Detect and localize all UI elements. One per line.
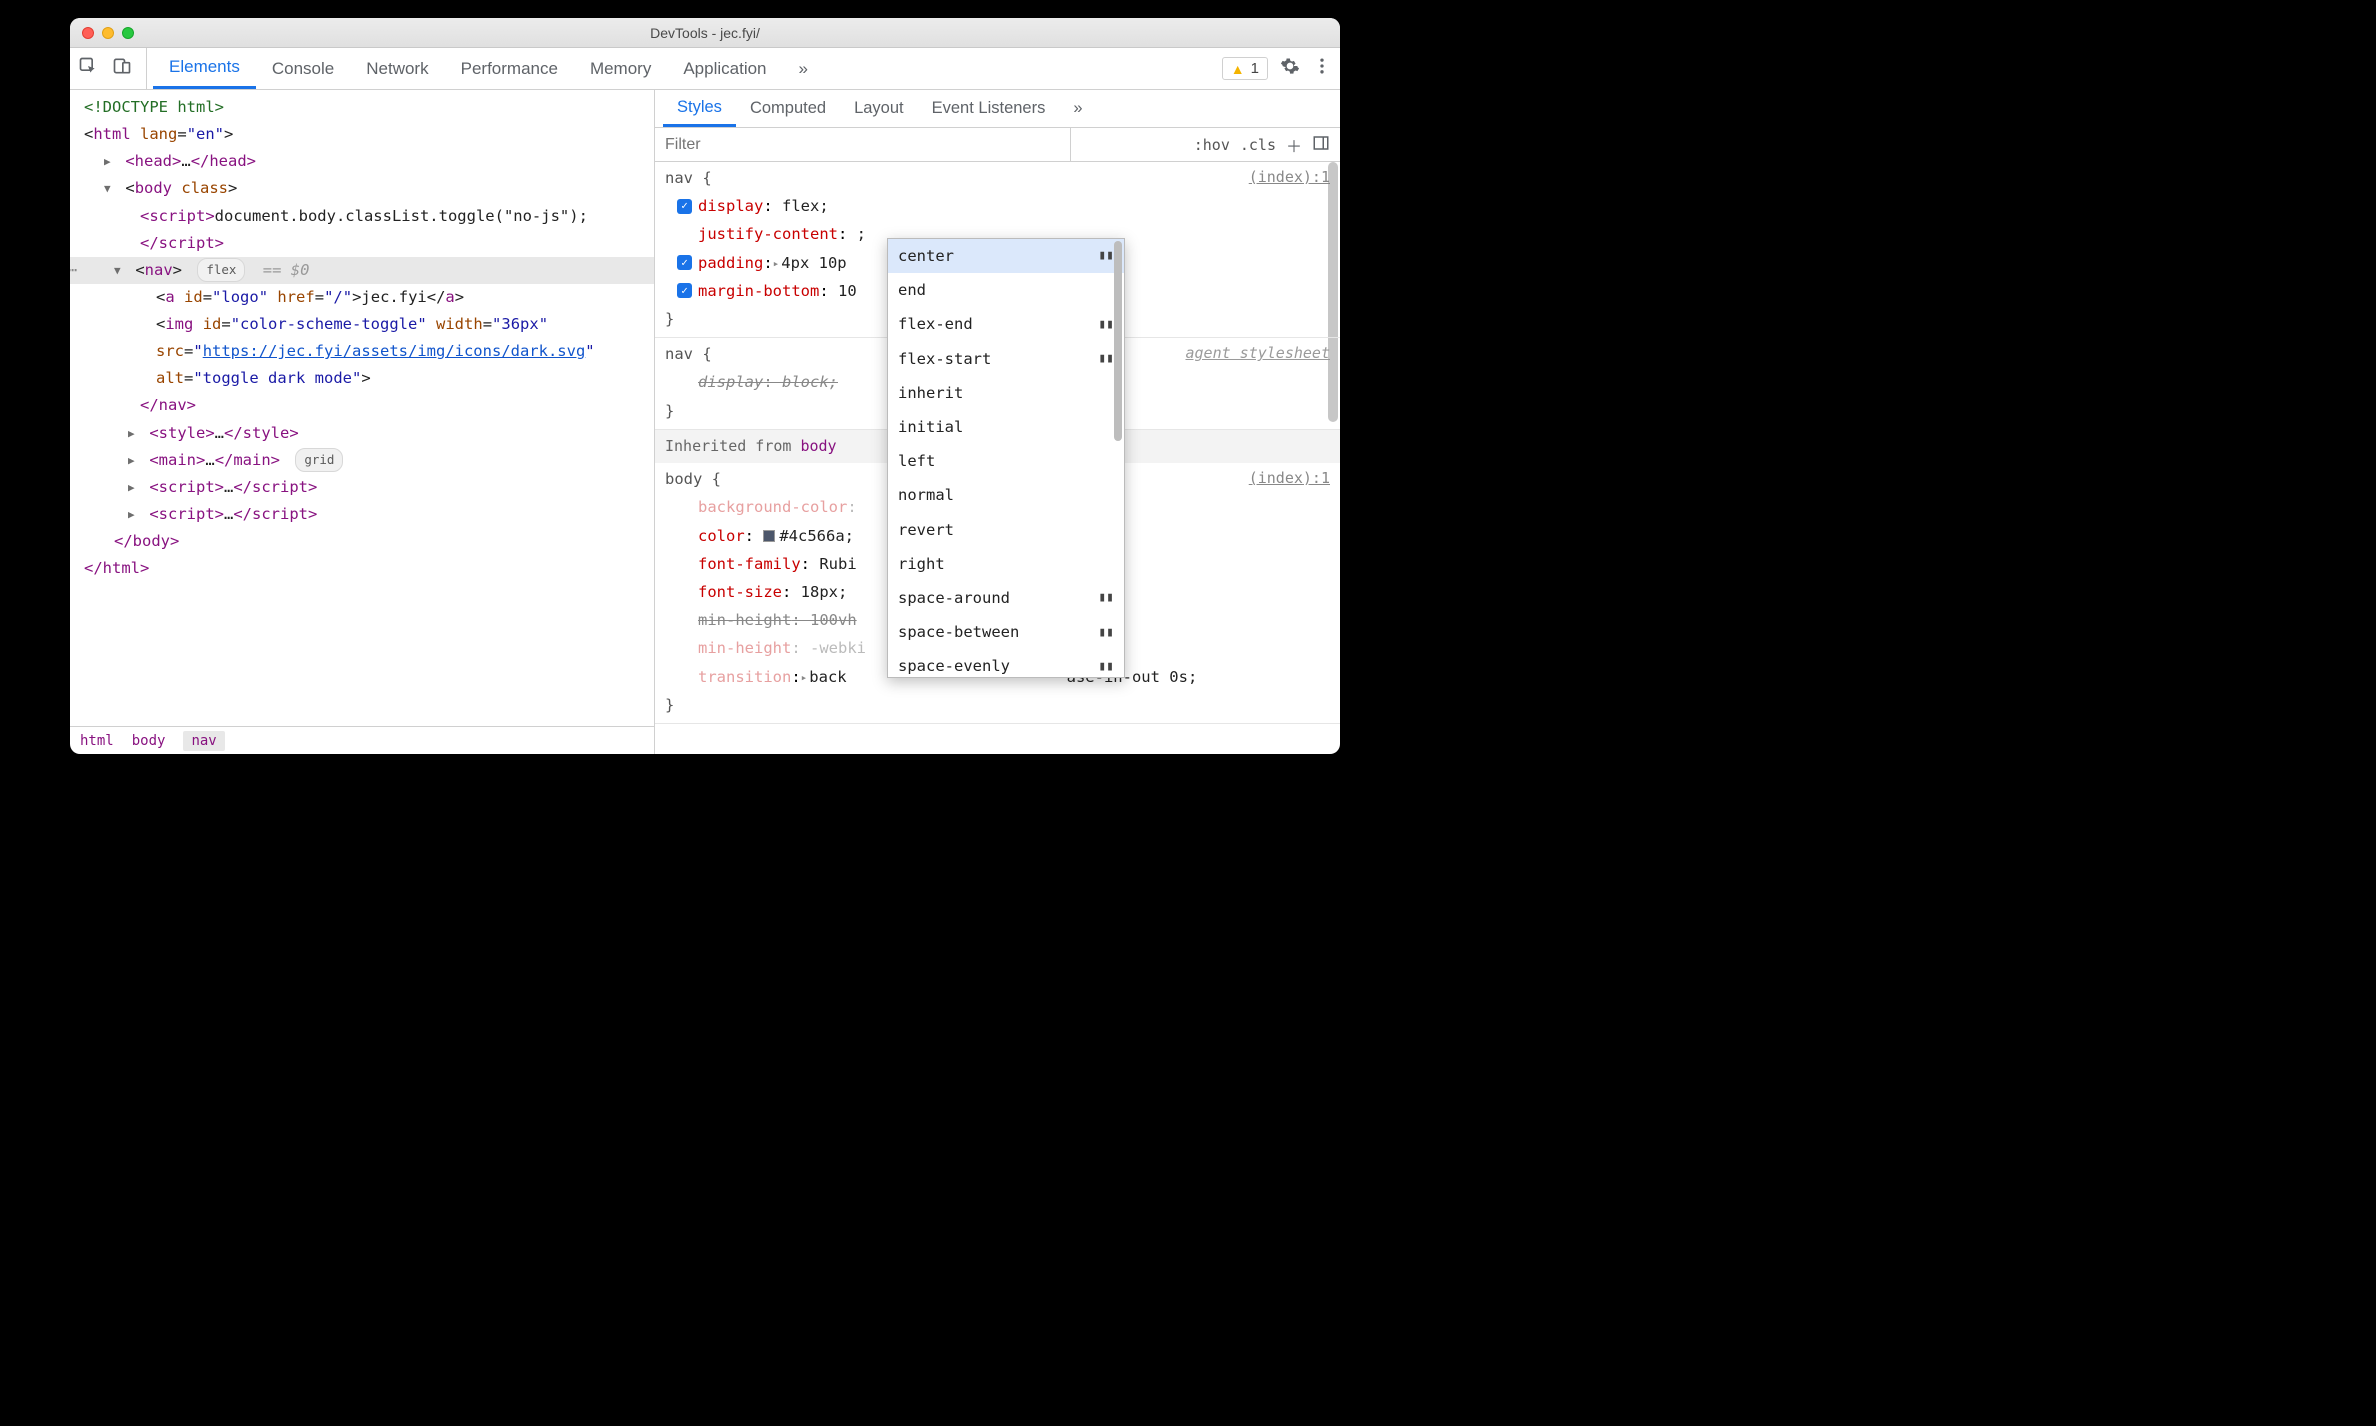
- tab-memory[interactable]: Memory: [574, 48, 667, 89]
- body-open-node[interactable]: <body class>: [125, 179, 237, 197]
- script-inline-node[interactable]: <script>document.body.classList.toggle("…: [140, 207, 588, 252]
- subtab-event-listeners[interactable]: Event Listeners: [918, 90, 1060, 127]
- property-checkbox[interactable]: ✓: [677, 283, 692, 298]
- autocomplete-dropdown[interactable]: center▮▮endflex-end▮▮flex-start▮▮inherit…: [887, 238, 1125, 678]
- breadcrumb-bar: html body nav: [70, 726, 654, 754]
- autocomplete-option[interactable]: inherit: [888, 376, 1124, 410]
- elements-pane: <!DOCTYPE html> <html lang="en"> ▶ <head…: [70, 90, 655, 754]
- shorthand-expand-icon[interactable]: ▸: [801, 671, 808, 684]
- justify-content-preview-icon: ▮▮: [1098, 347, 1114, 371]
- property-checkbox[interactable]: ✓: [677, 255, 692, 270]
- justify-content-preview-icon: ▮▮: [1098, 655, 1114, 678]
- source-link[interactable]: (index):1: [1249, 465, 1330, 492]
- tab-elements[interactable]: Elements: [153, 48, 256, 89]
- styles-filter-input[interactable]: [655, 128, 1071, 161]
- autocomplete-option[interactable]: flex-end▮▮: [888, 307, 1124, 341]
- justify-content-preview-icon: ▮▮: [1098, 313, 1114, 337]
- new-style-rule-icon[interactable]: ＋: [1286, 133, 1302, 157]
- autocomplete-option[interactable]: flex-start▮▮: [888, 342, 1124, 376]
- color-swatch-icon[interactable]: [763, 530, 775, 542]
- style-node[interactable]: <style>…</style>: [149, 424, 298, 442]
- script-node[interactable]: <script>…</script>: [149, 505, 317, 523]
- warning-count: 1: [1251, 60, 1259, 77]
- disclosure-triangle-icon[interactable]: ▶: [128, 451, 140, 470]
- property-checkbox[interactable]: ✓: [677, 199, 692, 214]
- crumb-body[interactable]: body: [132, 733, 166, 749]
- device-toggle-icon[interactable]: [112, 56, 132, 81]
- body-close-node[interactable]: </body>: [114, 532, 179, 550]
- styles-filter-bar: :hov .cls ＋: [655, 128, 1340, 162]
- disclosure-triangle-icon[interactable]: ▼: [114, 261, 126, 280]
- flex-badge[interactable]: flex: [197, 258, 245, 282]
- crumb-nav[interactable]: nav: [183, 731, 224, 751]
- subtabs-overflow-icon[interactable]: »: [1059, 90, 1096, 127]
- head-node[interactable]: <head>…</head>: [125, 152, 256, 170]
- tab-performance[interactable]: Performance: [445, 48, 574, 89]
- tab-console[interactable]: Console: [256, 48, 350, 89]
- disclosure-triangle-icon[interactable]: ▶: [128, 505, 140, 524]
- a-logo-node[interactable]: <a id="logo" href="/">jec.fyi</a>: [156, 288, 464, 306]
- html-close-node[interactable]: </html>: [84, 559, 149, 577]
- subtab-computed[interactable]: Computed: [736, 90, 840, 127]
- autocomplete-option[interactable]: normal: [888, 478, 1124, 512]
- justify-content-preview-icon: ▮▮: [1098, 586, 1114, 610]
- dom-tree[interactable]: <!DOCTYPE html> <html lang="en"> ▶ <head…: [70, 90, 654, 726]
- crumb-html[interactable]: html: [80, 733, 114, 749]
- hov-toggle[interactable]: :hov: [1194, 136, 1230, 154]
- html-open-node[interactable]: <html lang="en">: [84, 125, 233, 143]
- source-link[interactable]: (index):1: [1249, 164, 1330, 191]
- autocomplete-option[interactable]: revert: [888, 513, 1124, 547]
- styles-list[interactable]: (index):1 nav { ✓display: flex; justify-…: [655, 162, 1340, 754]
- devtools-window: DevTools - jec.fyi/ Elements Console Net…: [70, 18, 1340, 754]
- ua-stylesheet-label: agent stylesheet: [1186, 340, 1331, 367]
- script-node[interactable]: <script>…</script>: [149, 478, 317, 496]
- disclosure-triangle-icon[interactable]: ▶: [128, 478, 140, 497]
- ellipsis-icon: ⋯: [70, 257, 77, 284]
- autocomplete-option[interactable]: space-evenly▮▮: [888, 649, 1124, 678]
- settings-gear-icon[interactable]: [1280, 56, 1300, 81]
- disclosure-triangle-icon[interactable]: ▼: [104, 179, 116, 198]
- sidebar-tabs: Styles Computed Layout Event Listeners »: [655, 90, 1340, 128]
- window-title: DevTools - jec.fyi/: [70, 25, 1340, 41]
- grid-badge[interactable]: grid: [295, 448, 343, 472]
- shorthand-expand-icon[interactable]: ▸: [773, 257, 780, 270]
- titlebar: DevTools - jec.fyi/: [70, 18, 1340, 48]
- justify-content-preview-icon: ▮▮: [1098, 244, 1114, 268]
- autocomplete-option[interactable]: center▮▮: [888, 239, 1124, 273]
- autocomplete-option[interactable]: initial: [888, 410, 1124, 444]
- disclosure-triangle-icon[interactable]: ▶: [128, 424, 140, 443]
- warning-icon: ▲: [1231, 61, 1245, 77]
- panel-tabs: Elements Console Network Performance Mem…: [153, 48, 824, 89]
- tabs-overflow-icon[interactable]: »: [783, 48, 824, 89]
- more-menu-icon[interactable]: [1312, 56, 1332, 81]
- tab-network[interactable]: Network: [350, 48, 444, 89]
- doctype-node: <!DOCTYPE html>: [84, 98, 224, 116]
- autocomplete-option[interactable]: space-around▮▮: [888, 581, 1124, 615]
- tab-application[interactable]: Application: [667, 48, 782, 89]
- autocomplete-option[interactable]: left: [888, 444, 1124, 478]
- subtab-styles[interactable]: Styles: [663, 90, 736, 127]
- inspect-element-icon[interactable]: [78, 56, 98, 81]
- selected-element-row[interactable]: ⋯ ▼ <nav> flex == $0: [70, 257, 654, 284]
- content-area: <!DOCTYPE html> <html lang="en"> ▶ <head…: [70, 90, 1340, 754]
- sidebar-pane: Styles Computed Layout Event Listeners »…: [655, 90, 1340, 754]
- autocomplete-option[interactable]: right: [888, 547, 1124, 581]
- scrollbar[interactable]: [1114, 241, 1122, 441]
- nav-close-node[interactable]: </nav>: [140, 396, 196, 414]
- autocomplete-option[interactable]: space-between▮▮: [888, 615, 1124, 649]
- subtab-layout[interactable]: Layout: [840, 90, 918, 127]
- computed-sidebar-icon[interactable]: [1312, 134, 1330, 156]
- img-node[interactable]: <img id="color-scheme-toggle" width="36p…: [156, 315, 595, 387]
- warnings-badge[interactable]: ▲ 1: [1222, 57, 1268, 80]
- main-node[interactable]: <main>…</main>: [149, 451, 280, 469]
- disclosure-triangle-icon[interactable]: ▶: [104, 152, 116, 171]
- cls-toggle[interactable]: .cls: [1240, 136, 1276, 154]
- main-toolbar: Elements Console Network Performance Mem…: [70, 48, 1340, 90]
- justify-content-preview-icon: ▮▮: [1098, 621, 1114, 645]
- dollar-zero-hint: == $0: [263, 261, 310, 279]
- autocomplete-option[interactable]: end: [888, 273, 1124, 307]
